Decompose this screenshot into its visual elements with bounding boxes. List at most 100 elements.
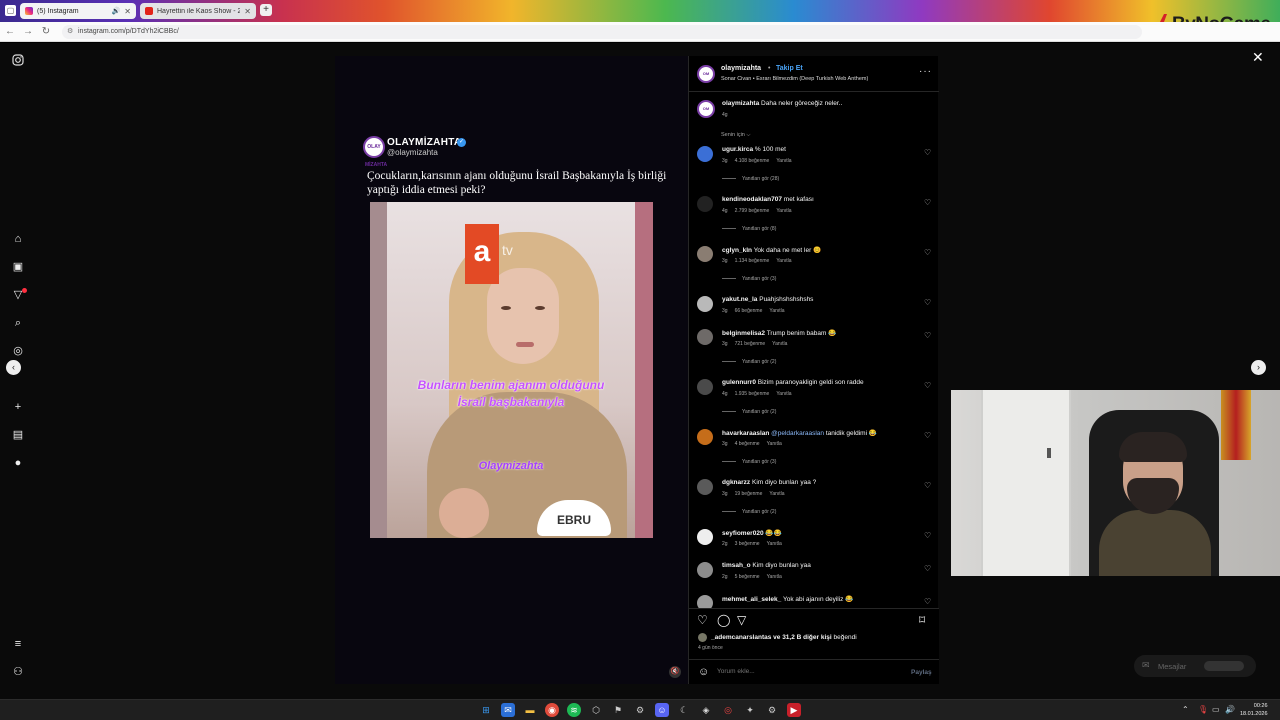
comment-input[interactable]: [717, 668, 897, 675]
comment-username[interactable]: seyfiomer020: [722, 530, 764, 537]
comment-sort-dropdown[interactable]: Senin için ⌵: [721, 132, 751, 139]
comment-like-icon[interactable]: ♡: [924, 331, 931, 340]
follow-button[interactable]: Takip Et: [776, 65, 803, 72]
reply-button[interactable]: Yanıtla: [776, 158, 791, 164]
tab-instagram[interactable]: (5) Instagram 🔊 ✕: [20, 3, 136, 19]
comment-likes[interactable]: 2.799 beğenme: [735, 208, 770, 214]
description-avatar[interactable]: OM: [697, 100, 715, 118]
comment-avatar[interactable]: [697, 246, 713, 262]
search-icon[interactable]: ⌕: [11, 316, 25, 330]
comment-username[interactable]: yakut.ne_la: [722, 296, 757, 303]
comment-username[interactable]: mehmet_ali_selek_: [722, 596, 781, 603]
comment-username[interactable]: ugur.kirca: [722, 146, 753, 153]
comment-likes[interactable]: 4.108 beğenme: [735, 158, 770, 164]
comment-mention[interactable]: @peldarkaraaslan: [771, 430, 824, 437]
forward-icon[interactable]: →: [22, 26, 34, 37]
reply-button[interactable]: Yanıtla: [776, 258, 791, 264]
comment-avatar[interactable]: [697, 529, 713, 545]
more-options-icon[interactable]: ···: [919, 66, 932, 77]
profile-avatar-icon[interactable]: ●: [11, 456, 25, 470]
mail-icon[interactable]: ✉: [501, 703, 515, 717]
comment-username[interactable]: gulennurr0: [722, 379, 756, 386]
speaker-icon[interactable]: 🔊: [112, 7, 121, 15]
comment-avatar[interactable]: [697, 329, 713, 345]
share-icon[interactable]: ▽: [737, 613, 746, 627]
view-replies-button[interactable]: Yanıtları gör (3): [722, 459, 776, 465]
messages-pill[interactable]: ✉ Mesajlar: [1134, 655, 1256, 677]
close-tab-icon[interactable]: ✕: [124, 7, 131, 16]
app-icon-5[interactable]: ◎: [721, 703, 735, 717]
comment-like-icon[interactable]: ♡: [924, 431, 931, 440]
mute-icon[interactable]: 🔇: [669, 666, 681, 678]
comment-avatar[interactable]: [697, 146, 713, 162]
url-field[interactable]: ⚙ instagram.com/p/DTdYh2iCBBc/: [62, 25, 1142, 39]
reply-button[interactable]: Yanıtla: [767, 541, 782, 547]
comment-avatar[interactable]: [697, 479, 713, 495]
view-replies-button[interactable]: Yanıtları gör (2): [722, 409, 776, 415]
comment-like-icon[interactable]: ♡: [924, 381, 931, 390]
settings-icon[interactable]: ⚙: [765, 703, 779, 717]
comment-icon[interactable]: ◯: [717, 613, 730, 627]
comment-like-icon[interactable]: ♡: [924, 198, 931, 207]
tab-actions-icon[interactable]: ▢: [5, 5, 16, 16]
comment-username[interactable]: timsah_o: [722, 562, 751, 569]
comment-likes[interactable]: 4 beğenme: [735, 441, 760, 447]
reply-button[interactable]: Yanıtla: [776, 391, 791, 397]
tray-chevron-icon[interactable]: ⌃: [1182, 705, 1189, 714]
app-icon-1[interactable]: ⬡: [589, 703, 603, 717]
reply-button[interactable]: Yanıtla: [769, 491, 784, 497]
reload-icon[interactable]: ↻: [40, 26, 52, 37]
comment-avatar[interactable]: [697, 562, 713, 578]
reply-button[interactable]: Yanıtla: [776, 208, 791, 214]
comment-username[interactable]: belginmelisa2: [722, 330, 765, 337]
emoji-icon[interactable]: ☺: [698, 666, 709, 678]
spotify-icon[interactable]: ≋: [567, 703, 581, 717]
comment-like-icon[interactable]: ♡: [924, 531, 931, 540]
comment-username[interactable]: cglyn_kln: [722, 247, 752, 254]
next-post-icon[interactable]: ›: [1251, 360, 1266, 375]
home-icon[interactable]: ⌂: [11, 232, 25, 246]
chrome-icon[interactable]: ◉: [545, 703, 559, 717]
menu-icon[interactable]: ≡: [11, 637, 25, 651]
system-clock[interactable]: 00:26 18.01.2026: [1240, 702, 1268, 718]
comment-like-icon[interactable]: ♡: [924, 248, 931, 257]
threads-icon[interactable]: ⚇: [11, 665, 25, 679]
app-icon-6[interactable]: ✦: [743, 703, 757, 717]
app-icon-4[interactable]: ☾: [677, 703, 691, 717]
comment-like-icon[interactable]: ♡: [924, 597, 931, 606]
view-replies-button[interactable]: Yanıtları gör (2): [722, 509, 776, 515]
post-video[interactable]: OLAY MİZAHTA OLAYMİZAHTA ✓ @olaymizahta …: [335, 56, 688, 684]
view-replies-button[interactable]: Yanıtları gör (3): [722, 276, 776, 282]
comment-like-icon[interactable]: ♡: [924, 148, 931, 157]
previous-post-icon[interactable]: ‹: [6, 360, 21, 375]
liker-count[interactable]: ve 31,2 B diğer kişi: [773, 634, 832, 641]
close-modal-icon[interactable]: ✕: [1252, 49, 1264, 66]
view-replies-button[interactable]: Yanıtları gör (8): [722, 226, 776, 232]
discord-icon[interactable]: ☺: [655, 703, 669, 717]
reply-button[interactable]: Yanıtla: [772, 341, 787, 347]
explore-icon[interactable]: ◎: [11, 344, 25, 358]
dashboard-icon[interactable]: ▤: [11, 428, 25, 442]
reply-button[interactable]: Yanıtla: [767, 441, 782, 447]
app-icon-3[interactable]: ⚙: [633, 703, 647, 717]
network-icon[interactable]: ▭: [1212, 705, 1220, 714]
comment-username[interactable]: dgknarzz: [722, 479, 750, 486]
mic-icon[interactable]: 🎙: [1198, 705, 1208, 714]
create-icon[interactable]: +: [11, 400, 25, 414]
app-icon-7[interactable]: ▶: [787, 703, 801, 717]
comment-username[interactable]: kendineodaklan707: [722, 196, 782, 203]
comment-avatar[interactable]: [697, 296, 713, 312]
instagram-logo-icon[interactable]: [11, 54, 25, 68]
comment-likes[interactable]: 1.935 beğenme: [735, 391, 770, 397]
comment-likes[interactable]: 721 beğenme: [735, 341, 766, 347]
comment-avatar[interactable]: [697, 429, 713, 445]
likes-summary[interactable]: _ademcanarslantas ve 31,2 B diğer kişi b…: [711, 634, 857, 641]
file-explorer-icon[interactable]: ▬: [523, 703, 537, 717]
steam-icon[interactable]: ◈: [699, 703, 713, 717]
reply-button[interactable]: Yanıtla: [767, 574, 782, 580]
app-icon-2[interactable]: ⚑: [611, 703, 625, 717]
reels-icon[interactable]: ▣: [11, 260, 25, 274]
close-tab-icon[interactable]: ✕: [244, 7, 251, 16]
view-replies-button[interactable]: Yanıtları gör (28): [722, 176, 779, 182]
comment-like-icon[interactable]: ♡: [924, 298, 931, 307]
